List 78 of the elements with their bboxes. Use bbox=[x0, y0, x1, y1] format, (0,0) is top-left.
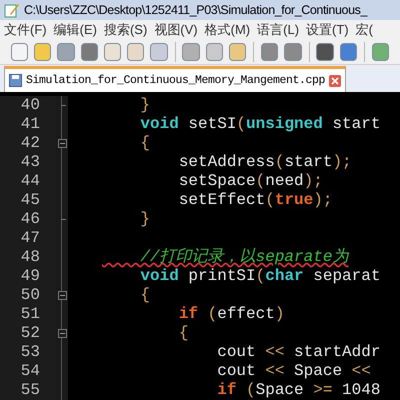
code-token: ( bbox=[256, 267, 266, 286]
code-token: char bbox=[265, 267, 304, 286]
fold-end-mark bbox=[61, 219, 66, 220]
code-token: void bbox=[139, 267, 179, 286]
code-token: ( bbox=[256, 172, 266, 191]
line-number: 54 bbox=[0, 362, 56, 381]
code-token: need bbox=[265, 172, 304, 191]
line-number: 46 bbox=[0, 210, 56, 229]
code-token: startAddr bbox=[293, 343, 380, 362]
line-number: 50 bbox=[0, 286, 56, 305]
menu-item[interactable]: 文件(F) bbox=[4, 20, 47, 40]
code-token: separat bbox=[312, 267, 380, 286]
window-title: C:\Users\ZZC\Desktop\1252411_P03\Simulation_for_Continuous_ bbox=[24, 2, 368, 19]
line-number: 55 bbox=[0, 381, 56, 400]
code-token: ( bbox=[245, 381, 256, 400]
line-number: 51 bbox=[0, 305, 56, 324]
line-number: 45 bbox=[0, 191, 56, 210]
line-number: 49 bbox=[0, 267, 56, 286]
line-number: 42 bbox=[0, 134, 56, 153]
code-token: ( bbox=[274, 153, 284, 172]
line-number: 48 bbox=[0, 248, 56, 267]
code-token: << bbox=[350, 362, 371, 381]
line-number: 43 bbox=[0, 153, 56, 172]
fold-minus-icon[interactable] bbox=[58, 291, 66, 300]
menu-item[interactable]: 格式(M) bbox=[204, 20, 250, 40]
fold-minus-icon[interactable] bbox=[58, 139, 66, 148]
code-token: << bbox=[264, 343, 284, 362]
line-number: 44 bbox=[0, 172, 56, 191]
code-token: cout bbox=[216, 362, 256, 381]
code-token: unsigned bbox=[246, 115, 323, 134]
menu-item[interactable]: 编辑(E) bbox=[54, 20, 97, 40]
line-number: 40 bbox=[0, 96, 56, 115]
notepad-icon bbox=[4, 2, 20, 18]
code-token: void bbox=[139, 115, 179, 134]
fold-end-mark bbox=[61, 105, 66, 106]
menu-item[interactable]: 语言(L) bbox=[257, 20, 300, 40]
code-token: ( bbox=[265, 191, 275, 210]
code-token: setEffect bbox=[178, 191, 266, 210]
menu-item[interactable]: 搜索(S) bbox=[104, 20, 148, 40]
code-token: printSI bbox=[187, 267, 256, 286]
code-token: if bbox=[216, 381, 236, 400]
code-token: start bbox=[331, 115, 380, 134]
code-token: << bbox=[264, 362, 284, 381]
code-token: ); bbox=[304, 172, 323, 191]
tab-label: Simulation_for_Continuous_Memory_Mangement.cpp bbox=[26, 72, 326, 89]
code-token: 1048 bbox=[341, 381, 380, 400]
close-icon[interactable] bbox=[329, 74, 342, 86]
code-token: ); bbox=[313, 191, 332, 210]
code-token: } bbox=[139, 96, 150, 115]
code-comment: //打印记录，以separate为 bbox=[139, 248, 348, 267]
code-token: { bbox=[139, 134, 150, 153]
code-token: ); bbox=[332, 153, 352, 172]
code-token: } bbox=[139, 210, 150, 229]
line-number: 53 bbox=[0, 343, 56, 362]
file-tab[interactable]: Simulation_for_Continuous_Memory_Mangement.cpp bbox=[4, 66, 346, 92]
code-token: effect bbox=[217, 305, 275, 324]
code-token: start bbox=[284, 153, 332, 172]
code-token: if bbox=[178, 305, 198, 324]
menu-item[interactable]: 宏( bbox=[356, 20, 373, 40]
code-token: setSpace bbox=[178, 172, 256, 191]
menu-item[interactable]: 设置(T) bbox=[306, 20, 349, 40]
line-number: 41 bbox=[0, 115, 56, 134]
code-token: Space bbox=[293, 362, 342, 381]
code-token: ) bbox=[274, 305, 284, 324]
fold-minus-icon[interactable] bbox=[58, 329, 66, 338]
code-token: ( bbox=[206, 305, 218, 324]
code-token: cout bbox=[216, 343, 256, 362]
code-token: setSI bbox=[187, 115, 236, 134]
line-number: 47 bbox=[0, 229, 56, 248]
code-token: { bbox=[139, 286, 150, 305]
code-token: >= bbox=[312, 381, 332, 400]
code-token: setAddress bbox=[178, 153, 275, 172]
menu-item[interactable]: 视图(V) bbox=[154, 20, 198, 40]
code-token: true bbox=[274, 191, 314, 210]
code-token: Space bbox=[256, 381, 304, 400]
line-number: 52 bbox=[0, 324, 56, 343]
code-token: ( bbox=[236, 115, 246, 134]
code-token: { bbox=[178, 324, 188, 343]
